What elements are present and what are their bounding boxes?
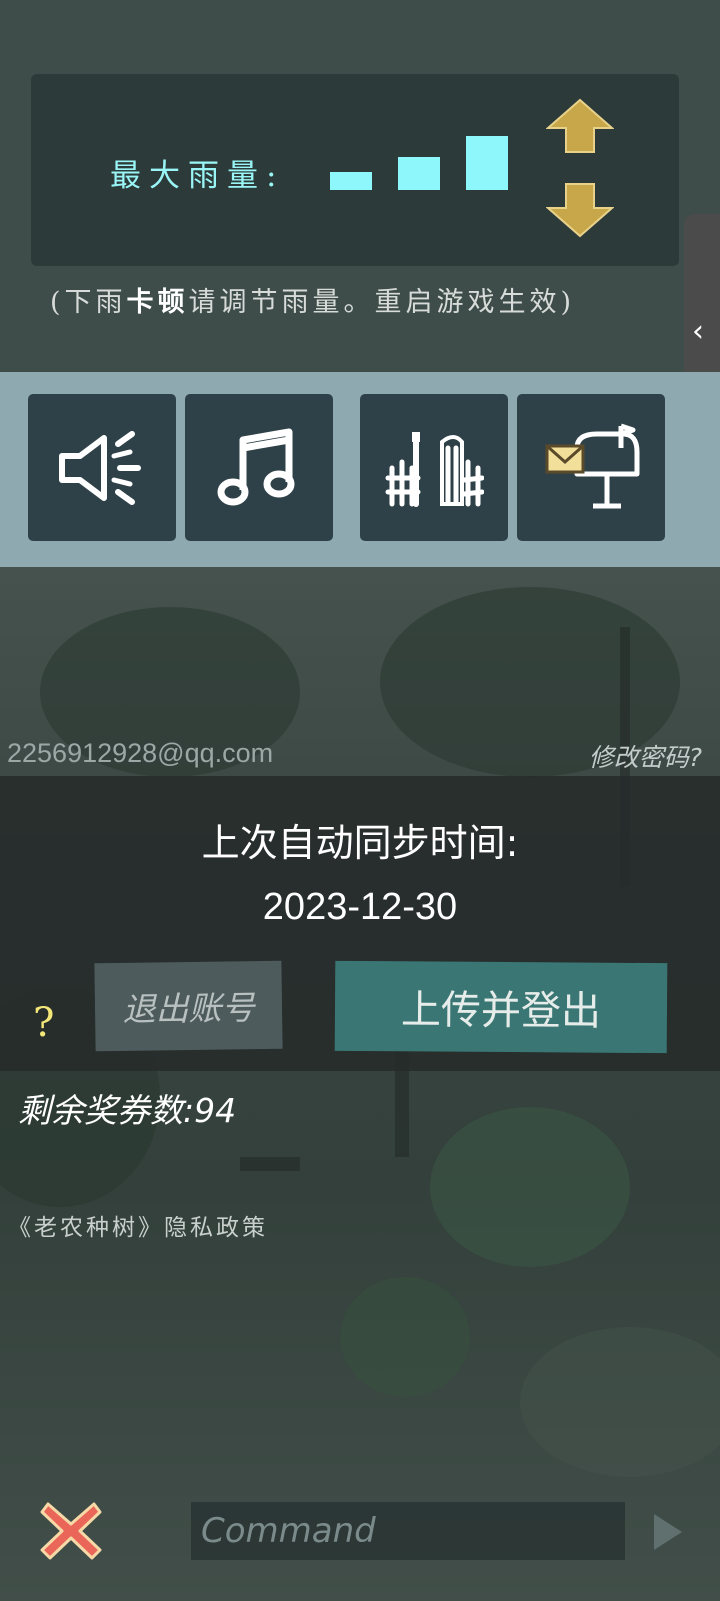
send-arrow-icon[interactable] xyxy=(650,1510,686,1554)
rain-level-high-bar[interactable] xyxy=(466,136,508,190)
speaker-icon xyxy=(59,431,141,505)
mail-button[interactable] xyxy=(517,394,665,541)
sound-button[interactable] xyxy=(28,394,176,541)
command-input[interactable] xyxy=(191,1502,625,1560)
rain-hint-text: (下雨卡顿请调节雨量。重启游戏生效) xyxy=(50,280,670,319)
privacy-policy-link[interactable]: 《老农种树》隐私政策 xyxy=(8,1208,268,1242)
change-password-link[interactable]: 修改密码? xyxy=(589,738,702,774)
music-button[interactable] xyxy=(185,394,333,541)
arrow-up-icon[interactable] xyxy=(546,98,614,154)
close-icon[interactable] xyxy=(38,1498,104,1564)
fence-button[interactable] xyxy=(360,394,508,541)
account-email: 2256912928@qq.com xyxy=(7,738,274,768)
arrow-down-icon[interactable] xyxy=(546,182,614,238)
rain-hint-suffix: 请调节雨量。重启游戏生效) xyxy=(188,287,576,318)
remaining-coupons-text: 剩余奖券数:94 xyxy=(18,1091,237,1130)
rain-level-medium-bar[interactable] xyxy=(398,157,440,190)
rain-hint-prefix: (下雨 xyxy=(50,287,127,318)
chevron-left-icon: ‹ xyxy=(692,314,704,349)
upload-and-logout-button[interactable]: 上传并登出 xyxy=(334,960,668,1054)
last-sync-date: 2023-12-30 xyxy=(262,886,458,928)
last-sync-title: 上次自动同步时间: xyxy=(201,821,519,865)
fence-gate-icon xyxy=(385,432,484,507)
rain-hint-bold: 卡顿 xyxy=(126,287,189,318)
max-rain-label: 最大雨量: xyxy=(110,158,285,194)
mailbox-icon xyxy=(545,423,640,509)
help-button[interactable]: ? xyxy=(33,1000,54,1046)
music-note-icon xyxy=(217,428,295,506)
rain-level-low-bar[interactable] xyxy=(330,172,372,190)
logout-button[interactable]: 退出账号 xyxy=(94,960,283,1052)
